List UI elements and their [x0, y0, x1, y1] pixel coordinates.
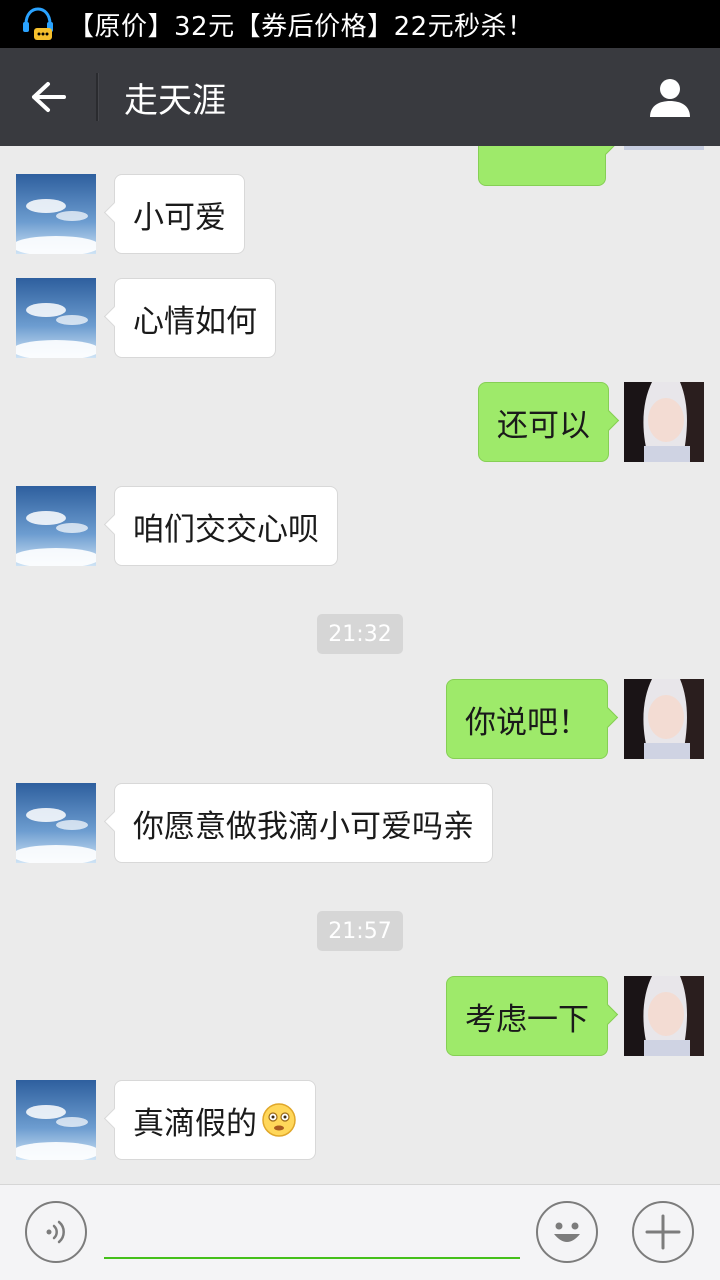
- timestamp: 21:57: [317, 911, 403, 951]
- message-text: 小可爱: [133, 199, 226, 236]
- message-list[interactable]: 小可爱 心情如何 还可以 咱们交交心呗 21:32 你说吧！ 你愿意做我滴小可爱…: [0, 146, 720, 1184]
- message-bubble-outgoing-partial[interactable]: [478, 146, 606, 186]
- my-avatar[interactable]: [624, 679, 704, 759]
- message-text: 心情如何: [133, 303, 257, 340]
- chat-title: 走天涯: [124, 80, 226, 121]
- message-bubble-outgoing[interactable]: 考虑一下: [446, 976, 608, 1056]
- emoji-button[interactable]: [536, 1201, 598, 1263]
- message-text: 考虑一下: [465, 1001, 589, 1038]
- title-divider: [96, 73, 98, 121]
- input-bar: [0, 1184, 720, 1280]
- plus-icon: [645, 1214, 681, 1250]
- chat-screen: 【原价】32元【券后价格】22元秒杀！ 走天涯 小可爱 心情如何 还可以 咱们交…: [0, 0, 720, 1280]
- add-button[interactable]: [632, 1201, 694, 1263]
- voice-icon: [46, 1220, 65, 1244]
- message-input[interactable]: [104, 1207, 520, 1259]
- message-text: 你说吧！: [465, 704, 589, 741]
- message-bubble-incoming[interactable]: 咱们交交心呗: [114, 486, 338, 566]
- profile-button[interactable]: [620, 48, 720, 146]
- dizzy-face-icon: [262, 1103, 296, 1137]
- smiley-icon: [554, 1222, 580, 1242]
- contact-avatar[interactable]: [16, 486, 96, 566]
- contact-avatar[interactable]: [16, 783, 96, 863]
- person-icon: [650, 79, 690, 117]
- back-arrow-icon: [32, 82, 66, 112]
- message-bubble-incoming[interactable]: 真滴假的: [114, 1080, 316, 1160]
- message-text: 你愿意做我滴小可爱吗亲: [133, 808, 474, 845]
- message-bubble-outgoing[interactable]: 你说吧！: [446, 679, 608, 759]
- timestamp: 21:32: [317, 614, 403, 654]
- message-bubble-incoming[interactable]: 心情如何: [114, 278, 276, 358]
- status-bar: 【原价】32元【券后价格】22元秒杀！: [0, 0, 720, 48]
- message-bubble-outgoing[interactable]: 还可以: [478, 382, 609, 462]
- back-button[interactable]: [0, 48, 96, 146]
- message-text: 真滴假的: [133, 1105, 257, 1142]
- message-text: 还可以: [497, 407, 590, 444]
- voice-button[interactable]: [25, 1201, 87, 1263]
- contact-avatar[interactable]: [16, 278, 96, 358]
- message-text: 咱们交交心呗: [133, 511, 319, 548]
- qq-bubble-icon: [23, 7, 53, 40]
- contact-avatar[interactable]: [16, 1080, 96, 1160]
- my-avatar[interactable]: [624, 976, 704, 1056]
- notification-text[interactable]: 【原价】32元【券后价格】22元秒杀！: [68, 6, 534, 43]
- my-avatar[interactable]: [624, 146, 704, 150]
- contact-avatar[interactable]: [16, 174, 96, 254]
- title-bar: 走天涯: [0, 48, 720, 146]
- my-avatar[interactable]: [624, 382, 704, 462]
- message-bubble-incoming[interactable]: 小可爱: [114, 174, 245, 254]
- message-bubble-incoming[interactable]: 你愿意做我滴小可爱吗亲: [114, 783, 493, 863]
